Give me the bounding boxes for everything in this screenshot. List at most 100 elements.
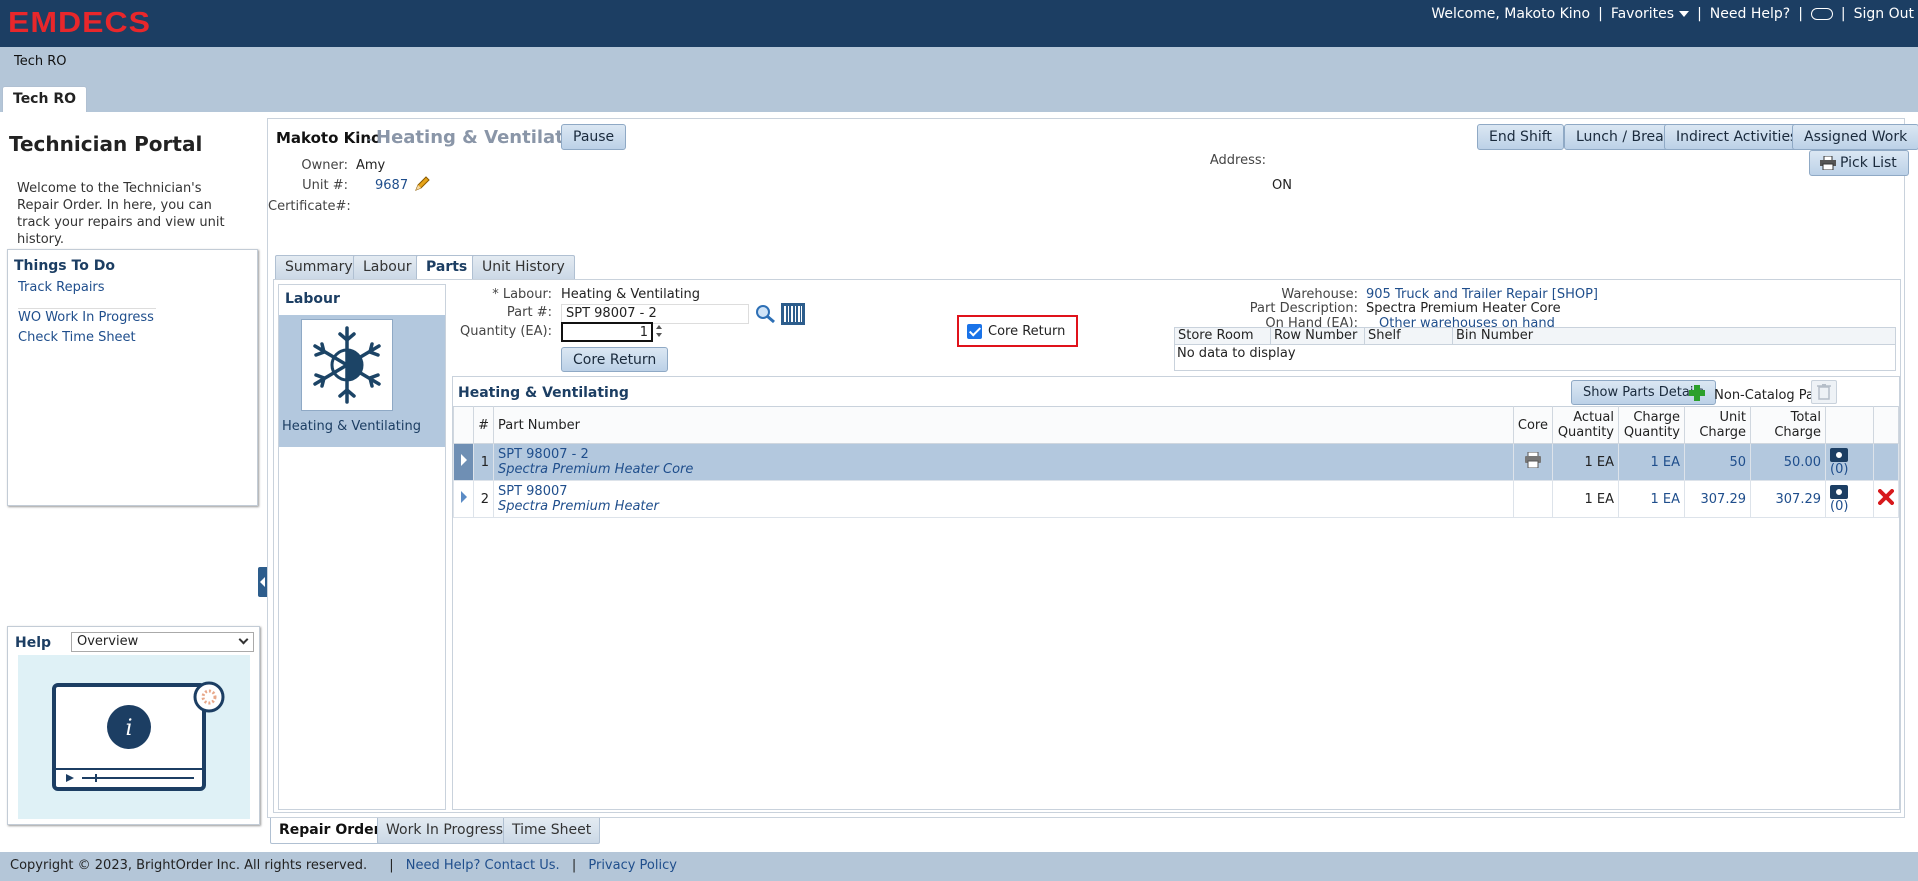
app-logo[interactable]: EMDECS xyxy=(8,6,151,38)
heating-ventilating-icon xyxy=(301,319,393,411)
tab-tech-ro[interactable]: Tech RO xyxy=(2,86,88,112)
track-repairs-link[interactable]: Track Repairs xyxy=(18,280,105,295)
favorites-menu[interactable]: Favorites xyxy=(1611,6,1690,22)
col-row-number[interactable]: Row Number xyxy=(1271,328,1365,344)
core-cell[interactable] xyxy=(1512,443,1554,481)
part-cell: SPT 98007 - 2 Spectra Premium Heater Cor… xyxy=(493,443,1514,481)
help-topic-select[interactable]: Overview xyxy=(71,632,254,652)
col-shelf[interactable]: Shelf xyxy=(1365,328,1453,344)
tab-repair-order[interactable]: Repair Order xyxy=(270,818,390,844)
col-bin-number[interactable]: Bin Number xyxy=(1453,328,1895,344)
add-icon xyxy=(1689,385,1705,401)
unit-charge[interactable]: 50 xyxy=(1684,443,1751,481)
tab-unit-history[interactable]: Unit History xyxy=(472,255,575,279)
col-number[interactable]: # xyxy=(473,406,494,444)
copyright-text: Copyright © 2023, BrightOrder Inc. All r… xyxy=(10,858,368,873)
photo-count[interactable]: (0) xyxy=(1830,462,1848,477)
col-total-charge[interactable]: Total Charge xyxy=(1750,406,1826,444)
col-store-room[interactable]: Store Room xyxy=(1175,328,1271,344)
top-bar: EMDECS Welcome, Makoto Kino | Favorites … xyxy=(0,0,1918,47)
page-tab-strip: Tech RO xyxy=(0,86,1918,112)
need-help-link[interactable]: Need Help? xyxy=(1710,6,1790,22)
row-number: 2 xyxy=(473,480,494,518)
contact-us-link[interactable]: Need Help? Contact Us. xyxy=(406,858,560,873)
col-core[interactable]: Core xyxy=(1512,406,1554,444)
edit-pencil-icon[interactable] xyxy=(413,175,431,193)
tab-work-in-progress[interactable]: Work In Progress xyxy=(377,818,513,844)
parts-grid-panel: Heating & Ventilating Show Parts Details… xyxy=(452,376,1900,810)
col-expander xyxy=(453,406,474,444)
delete-cell[interactable] xyxy=(1873,480,1899,518)
certificate-label: Certificate#: xyxy=(268,199,351,214)
privacy-policy-link[interactable]: Privacy Policy xyxy=(588,858,677,873)
end-shift-button[interactable]: End Shift xyxy=(1477,124,1564,150)
part-number-link[interactable]: SPT 98007 xyxy=(498,484,1509,499)
empty-state-text: No data to display xyxy=(1177,346,1296,361)
part-number-input[interactable]: SPT 98007 - 2 xyxy=(561,304,749,324)
labour-card-label: Heating & Ventilating xyxy=(282,419,421,434)
tab-labour[interactable]: Labour xyxy=(353,255,422,279)
top-nav: Welcome, Makoto Kino | Favorites | Need … xyxy=(1431,6,1914,22)
tab-time-sheet[interactable]: Time Sheet xyxy=(503,818,601,844)
camera-icon[interactable] xyxy=(1830,447,1848,462)
trash-icon xyxy=(1817,384,1831,400)
table-row[interactable]: 2 SPT 98007 Spectra Premium Heater 1 EA … xyxy=(453,480,1899,518)
charge-quantity[interactable]: 1 EA xyxy=(1618,443,1685,481)
row-expander[interactable] xyxy=(453,443,474,481)
portal-description: Welcome to the Technician's Repair Order… xyxy=(17,181,225,247)
chevron-right-icon xyxy=(460,491,467,503)
unit-link[interactable]: 9687 xyxy=(375,178,408,193)
tab-summary[interactable]: Summary xyxy=(275,255,363,279)
parts-table: # Part Number Core Actual Quantity Charg… xyxy=(453,406,1899,518)
printer-icon xyxy=(1820,156,1836,170)
barcode-icon[interactable] xyxy=(781,303,805,325)
wo-work-in-progress-link[interactable]: WO Work In Progress xyxy=(18,310,154,325)
col-charge-quantity[interactable]: Charge Quantity xyxy=(1618,406,1685,444)
row-number: 1 xyxy=(473,443,494,481)
delete-x-icon[interactable] xyxy=(1878,489,1894,505)
quantity-input[interactable]: 1 xyxy=(561,322,653,342)
assigned-work-button[interactable]: Assigned Work xyxy=(1792,124,1918,150)
pick-list-button[interactable]: Pick List xyxy=(1809,150,1909,176)
part-number-link[interactable]: SPT 98007 - 2 xyxy=(498,447,1509,462)
labour-field-label: * Labour: xyxy=(492,287,552,302)
unit-charge[interactable]: 307.29 xyxy=(1684,480,1751,518)
col-unit-charge[interactable]: Unit Charge xyxy=(1684,406,1751,444)
labour-card-heating-ventilating[interactable]: Heating & Ventilating xyxy=(279,315,445,447)
total-charge: 307.29 xyxy=(1750,480,1826,518)
tab-parts[interactable]: Parts xyxy=(416,255,478,280)
sign-out-link[interactable]: Sign Out xyxy=(1854,6,1914,22)
non-catalog-part-button[interactable]: Non-Catalog Part xyxy=(1688,384,1824,403)
chat-icon[interactable] xyxy=(1810,8,1833,20)
camera-icon[interactable] xyxy=(1830,484,1848,499)
col-delete xyxy=(1873,406,1899,444)
chevron-down-icon xyxy=(238,634,249,645)
core-return-checkbox-label[interactable]: Core Return xyxy=(988,324,1065,339)
quantity-stepper[interactable] xyxy=(655,322,663,342)
printer-icon[interactable] xyxy=(1524,451,1542,469)
col-part-number[interactable]: Part Number xyxy=(493,406,1514,444)
col-actual-quantity[interactable]: Actual Quantity xyxy=(1552,406,1619,444)
pause-button[interactable]: Pause xyxy=(561,124,627,150)
warehouse-label: Warehouse: xyxy=(1281,287,1358,302)
unit-label: Unit #: xyxy=(302,178,348,193)
labour-panel: Labour Heating & Ventilating xyxy=(278,284,446,810)
core-return-button[interactable]: Core Return xyxy=(561,347,669,372)
search-icon[interactable] xyxy=(755,304,777,324)
check-time-sheet-link[interactable]: Check Time Sheet xyxy=(18,330,136,345)
charge-quantity[interactable]: 1 EA xyxy=(1618,480,1685,518)
delete-button-disabled[interactable] xyxy=(1811,380,1837,404)
help-title: Help xyxy=(15,635,52,651)
warehouse-link[interactable]: 905 Truck and Trailer Repair [SHOP] xyxy=(1366,287,1598,302)
row-expander[interactable] xyxy=(453,480,474,518)
part-description: Spectra Premium Heater Core xyxy=(498,462,694,477)
help-video-thumbnail[interactable]: i xyxy=(18,655,250,819)
photos-cell[interactable]: (0) xyxy=(1825,480,1874,518)
core-return-checkbox[interactable] xyxy=(967,324,982,339)
actual-quantity: 1 EA xyxy=(1552,443,1619,481)
title-dash: - xyxy=(367,130,373,148)
indirect-activities-button[interactable]: Indirect Activities xyxy=(1664,124,1810,150)
photo-count[interactable]: (0) xyxy=(1830,499,1848,514)
table-row[interactable]: 1 SPT 98007 - 2 Spectra Premium Heater C… xyxy=(453,443,1899,481)
photos-cell[interactable]: (0) xyxy=(1825,443,1874,481)
